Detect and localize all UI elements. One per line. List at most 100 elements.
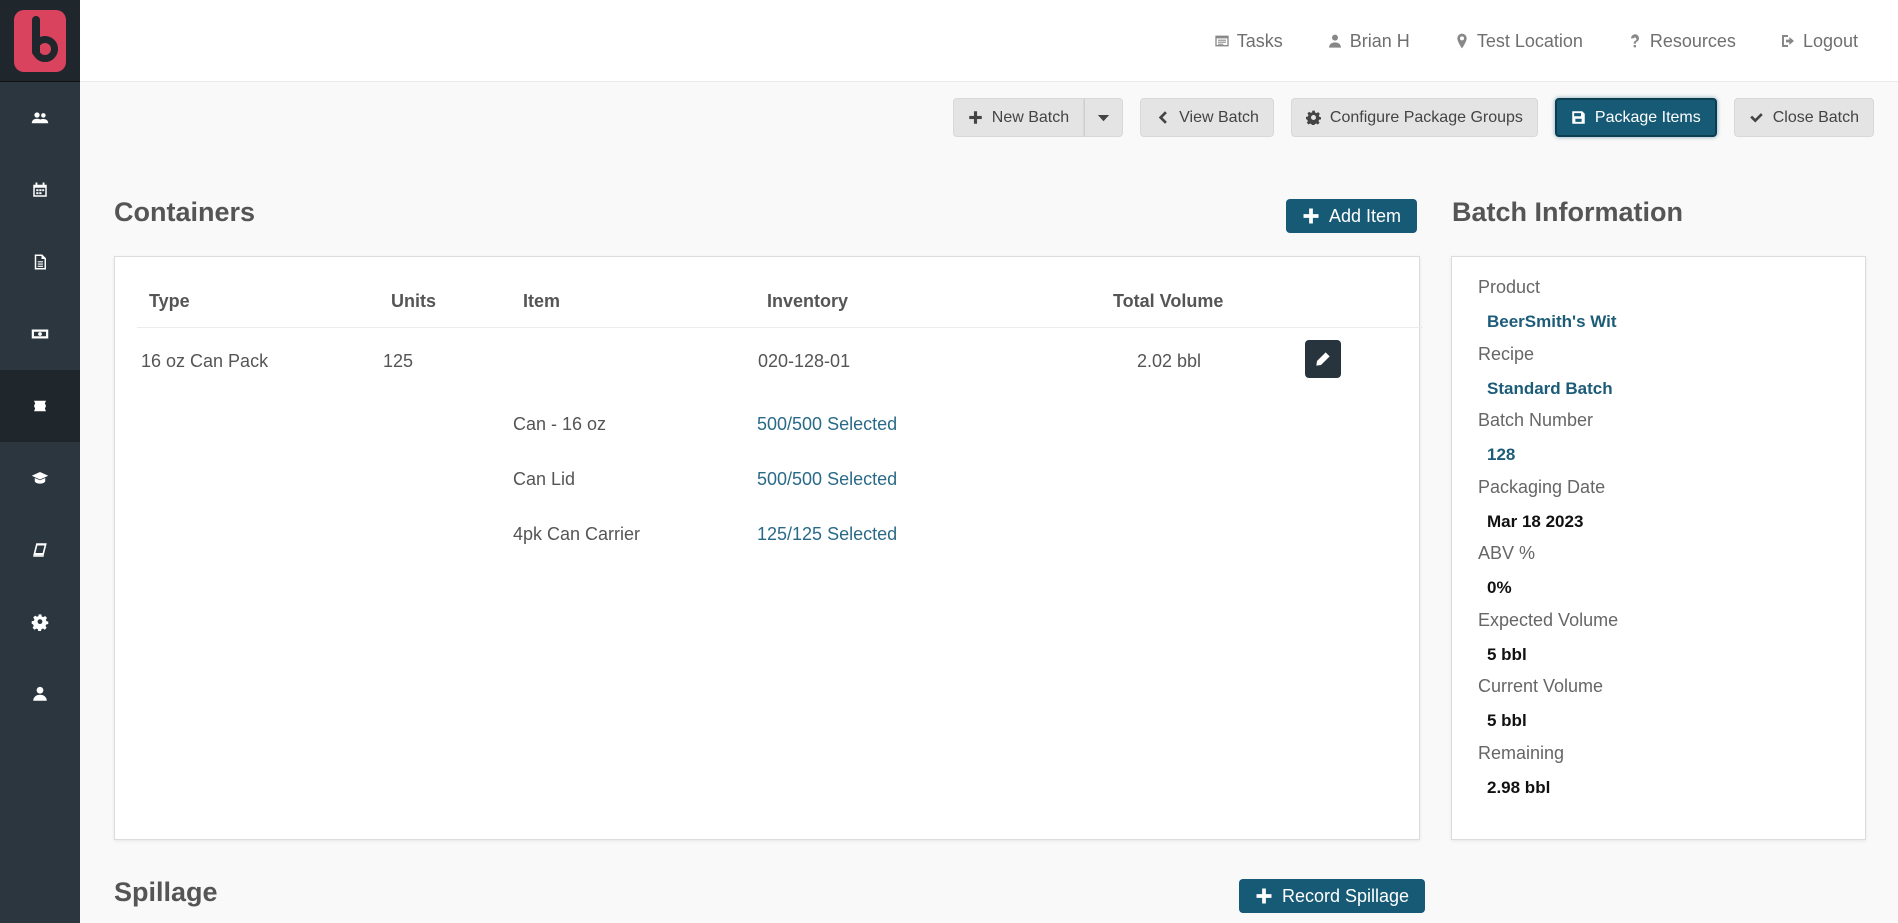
info-value-abv: 0% (1487, 578, 1512, 597)
row-units: 125 (383, 351, 414, 371)
app-logo[interactable] (0, 0, 80, 82)
new-batch-label: New Batch (991, 108, 1070, 126)
sidebar-item-batches[interactable] (0, 370, 80, 442)
header-divider (137, 327, 1423, 328)
sub-item-inventory-link[interactable]: 500/500 Selected (757, 414, 897, 435)
batch-toolbar: New Batch View Batch Configure Package G… (952, 98, 1874, 137)
configure-package-groups-label: Configure Package Groups (1329, 108, 1523, 126)
ticket-icon (34, 400, 46, 412)
info-value-product[interactable]: BeerSmith's Wit (1487, 312, 1617, 332)
info-value-remaining: 2.98 bbl (1487, 778, 1551, 797)
sidebar (0, 0, 80, 923)
gear-icon (1305, 110, 1321, 125)
map-marker-icon (1457, 33, 1467, 49)
graduation-cap-icon (31, 472, 49, 484)
info-label-batch-number: Batch Number (1478, 410, 1594, 430)
caret-down-icon (1098, 115, 1110, 122)
topnav-logout[interactable]: Logout (1780, 31, 1858, 52)
column-header-inventory: Inventory (767, 291, 849, 311)
plus-icon (969, 111, 982, 124)
topnav-tasks[interactable]: Tasks (1214, 31, 1283, 52)
new-batch-group: New Batch (952, 98, 1124, 137)
info-value-recipe[interactable]: Standard Batch (1487, 379, 1613, 399)
record-spillage-button[interactable]: Record Spillage (1239, 879, 1426, 913)
sidebar-item-money[interactable] (0, 298, 80, 370)
sub-item-inventory-link[interactable]: 125/125 Selected (757, 524, 897, 545)
new-batch-button[interactable]: New Batch (952, 98, 1085, 137)
add-item-button[interactable]: Add Item (1286, 199, 1418, 233)
top-nav: Tasks Brian H Test Location Resources Lo… (1214, 0, 1858, 82)
topnav-logout-label: Logout (1802, 30, 1858, 51)
batch-information-title: Batch Information (1452, 197, 1684, 227)
topnav-user[interactable]: Brian H (1327, 31, 1410, 52)
gear-icon (31, 614, 49, 631)
sidebar-item-calendar[interactable] (0, 154, 80, 226)
calendar-icon (33, 182, 47, 197)
topnav-resources-label: Resources (1649, 30, 1736, 51)
sidebar-item-book[interactable] (0, 514, 80, 586)
sub-item-inventory-link[interactable]: 500/500 Selected (757, 469, 897, 490)
pencil-icon (1316, 352, 1330, 366)
new-batch-dropdown-button[interactable] (1084, 98, 1124, 137)
containers-panel: Type Units Item Inventory Total Volume 1… (114, 256, 1423, 840)
topnav-location[interactable]: Test Location (1454, 31, 1583, 52)
row-total-volume: 2.02 bbl (1137, 351, 1202, 371)
view-batch-button[interactable]: View Batch (1140, 98, 1274, 137)
check-icon (1749, 113, 1763, 123)
topnav-tasks-label: Tasks (1236, 30, 1283, 51)
topnav-resources[interactable]: Resources (1627, 31, 1736, 52)
info-label-expected-volume: Expected Volume (1478, 610, 1619, 630)
plus-icon (1303, 208, 1319, 224)
sidebar-item-settings[interactable] (0, 586, 80, 658)
add-item-label: Add Item (1329, 205, 1402, 226)
save-icon (1572, 111, 1585, 124)
user-icon (1328, 34, 1341, 48)
user-icon (33, 686, 47, 701)
sub-item-name: 4pk Can Carrier (513, 524, 641, 544)
close-batch-button[interactable]: Close Batch (1733, 98, 1874, 137)
column-header-item: Item (523, 291, 561, 311)
package-items-button[interactable]: Package Items (1554, 98, 1717, 137)
info-value-batch-number[interactable]: 128 (1487, 445, 1515, 465)
info-value-expected-volume: 5 bbl (1487, 645, 1527, 664)
info-label-packaging-date: Packaging Date (1478, 477, 1606, 497)
topnav-user-label: Brian H (1349, 30, 1410, 51)
sidebar-item-education[interactable] (0, 442, 80, 514)
sub-item-name: Can - 16 oz (513, 414, 607, 434)
spillage-title: Spillage (114, 877, 218, 907)
row-inventory: 020-128-01 (758, 351, 851, 371)
containers-title: Containers (114, 197, 256, 227)
money-icon (31, 329, 49, 339)
question-icon (1630, 34, 1639, 48)
info-label-recipe: Recipe (1478, 344, 1535, 364)
column-header-units: Units (391, 291, 436, 311)
view-batch-label: View Batch (1179, 108, 1259, 126)
sidebar-item-account[interactable] (0, 658, 80, 730)
info-label-remaining: Remaining (1478, 743, 1565, 763)
info-label-product: Product (1478, 277, 1541, 297)
topnav-location-label: Test Location (1476, 30, 1583, 51)
logout-icon (1781, 35, 1794, 47)
top-bar: Tasks Brian H Test Location Resources Lo… (80, 0, 1898, 82)
logo-mark (14, 9, 66, 72)
sidebar-item-documents[interactable] (0, 226, 80, 298)
row-type: 16 oz Can Pack (141, 351, 269, 371)
record-spillage-label: Record Spillage (1282, 885, 1410, 906)
configure-package-groups-button[interactable]: Configure Package Groups (1290, 98, 1538, 137)
info-value-packaging-date: Mar 18 2023 (1487, 512, 1584, 531)
sidebar-item-users[interactable] (0, 82, 80, 154)
close-batch-label: Close Batch (1772, 108, 1859, 126)
column-header-type: Type (149, 291, 190, 311)
package-items-label: Package Items (1594, 108, 1701, 126)
edit-row-button[interactable] (1305, 340, 1341, 378)
tasks-icon (1215, 35, 1229, 47)
info-label-abv: ABV % (1478, 543, 1536, 563)
column-header-total-volume: Total Volume (1113, 291, 1224, 311)
document-icon (34, 254, 46, 270)
plus-icon (1256, 888, 1272, 904)
batch-information-panel: Product BeerSmith's Wit Recipe Standard … (1451, 256, 1866, 840)
info-label-current-volume: Current Volume (1478, 676, 1604, 696)
chevron-left-icon (1158, 111, 1168, 124)
users-icon (31, 112, 49, 124)
book-icon (33, 543, 47, 557)
